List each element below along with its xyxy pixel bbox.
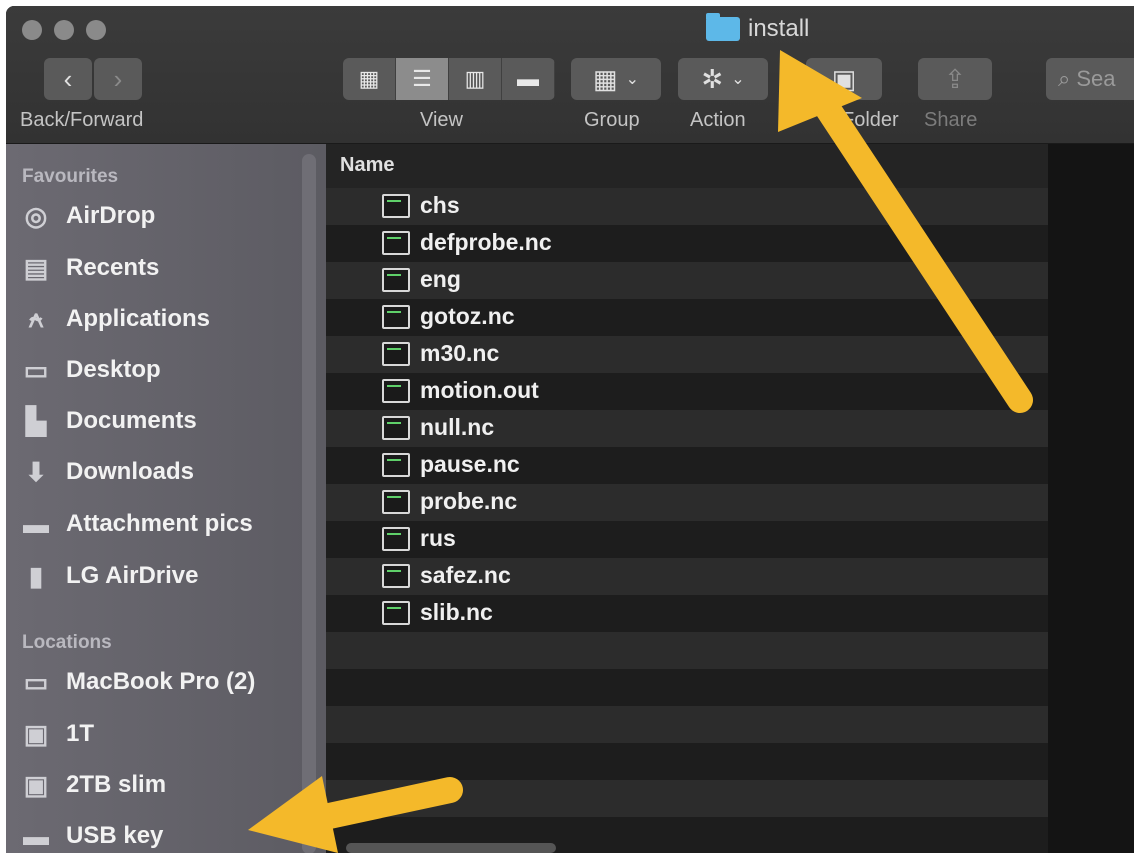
arrow-to-title-icon	[778, 50, 1033, 413]
annotation-arrows	[248, 50, 1033, 853]
arrow-to-usb-key-icon	[248, 776, 463, 853]
